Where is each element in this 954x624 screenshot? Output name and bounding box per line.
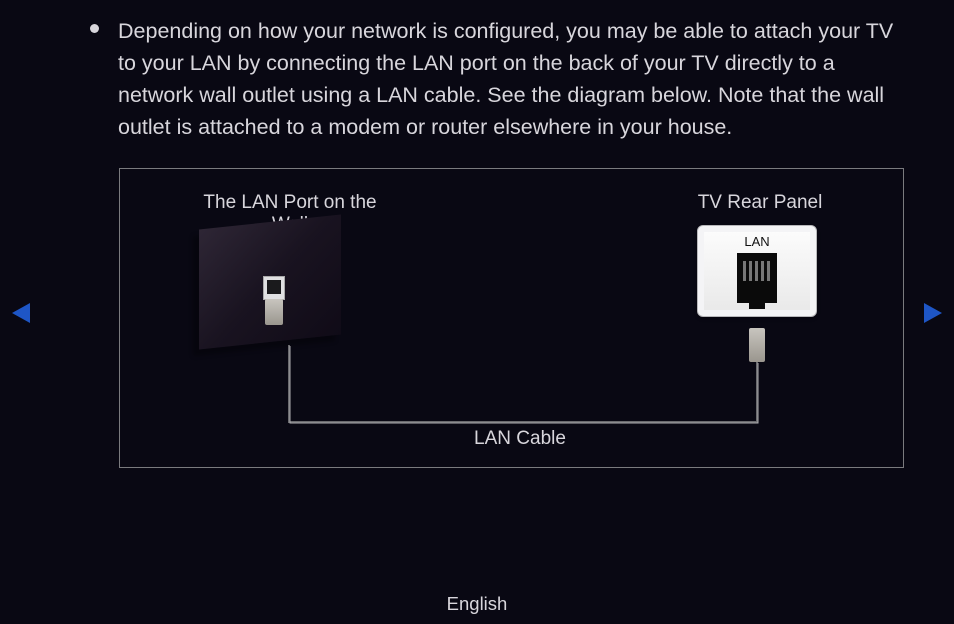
instruction-paragraph: Depending on how your network is configu… — [118, 15, 908, 143]
diagram-label-tv: TV Rear Panel — [670, 192, 850, 214]
previous-page-arrow[interactable] — [12, 303, 30, 323]
rj45-connector-icon — [749, 328, 765, 362]
next-page-arrow[interactable] — [924, 303, 942, 323]
rj45-connector-icon — [265, 299, 283, 325]
footer-language: English — [0, 593, 954, 615]
bullet-icon — [90, 24, 99, 33]
wall-port-illustration — [199, 222, 341, 342]
tv-rear-panel-illustration: LAN — [697, 225, 817, 317]
diagram-label-cable: LAN Cable — [400, 428, 640, 450]
ethernet-jack-icon — [737, 253, 777, 303]
lan-port-label: LAN — [698, 226, 816, 249]
